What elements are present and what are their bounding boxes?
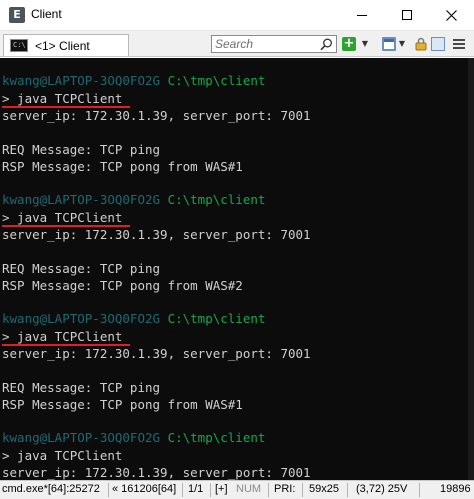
status-divider — [108, 483, 109, 497]
console-output[interactable]: kwang@LAPTOP-3OQ0FO2G C:\tmp\client > ja… — [0, 58, 474, 480]
prompt-line: kwang@LAPTOP-3OQ0FO2G C:\tmp\client — [2, 429, 265, 446]
prompt-path: C:\tmp\client — [167, 311, 266, 326]
command-line: > java TCPClient — [2, 448, 123, 463]
tab-client[interactable]: C:\ <1> Client — [3, 34, 129, 56]
console-icon: C:\ — [10, 39, 28, 52]
prompt-line: kwang@LAPTOP-3OQ0FO2G C:\tmp\client — [2, 191, 265, 208]
window-title: Client — [31, 7, 62, 21]
search-placeholder: Search — [215, 37, 254, 51]
tab-label: <1> Client — [35, 39, 90, 53]
command-line: > java TCPClient — [2, 91, 123, 106]
minimize-button[interactable] — [339, 0, 384, 30]
lock-icon[interactable] — [414, 37, 428, 51]
prompt-user: kwang@LAPTOP-3OQ0FO2G — [2, 192, 161, 207]
app-icon: E — [9, 7, 25, 23]
status-page[interactable]: 1/1 — [188, 483, 203, 495]
output-line: REQ Message: TCP ping — [2, 380, 161, 395]
prompt-line: kwang@LAPTOP-3OQ0FO2G C:\tmp\client — [2, 72, 265, 89]
prompt-user: kwang@LAPTOP-3OQ0FO2G — [2, 430, 161, 445]
status-divider — [419, 483, 420, 497]
status-divider — [182, 483, 183, 497]
scrollbar[interactable] — [468, 58, 474, 480]
chevron-down-icon[interactable]: ▼ — [361, 39, 369, 49]
command-line: > java TCPClient — [2, 210, 123, 225]
search-icon[interactable] — [320, 38, 333, 51]
close-icon — [446, 9, 457, 21]
close-button[interactable] — [429, 0, 474, 30]
toolbar: C:\ <1> Client Search + ▼ ▼ — [0, 31, 474, 57]
prompt-user: kwang@LAPTOP-3OQ0FO2G — [2, 311, 161, 326]
status-size[interactable]: 59x25 — [309, 483, 339, 495]
output-line: server_ip: 172.30.1.39, server_port: 700… — [2, 346, 311, 361]
minimize-icon — [356, 14, 367, 16]
command-line: > java TCPClient — [2, 329, 123, 344]
maximize-icon — [401, 10, 412, 20]
new-console-button[interactable]: + — [342, 37, 356, 51]
chevron-down-icon[interactable]: ▼ — [398, 39, 406, 49]
status-cursor[interactable]: (3,72) 25V — [356, 483, 407, 495]
menu-icon[interactable] — [452, 37, 466, 51]
title-bar: E Client — [0, 0, 474, 31]
status-priority[interactable]: PRI: — [274, 483, 295, 495]
status-num[interactable]: NUM — [236, 483, 261, 495]
split-icon[interactable] — [382, 37, 396, 51]
status-divider — [302, 483, 303, 497]
status-process[interactable]: cmd.exe*[64]:25272 — [2, 483, 100, 495]
output-line: RSP Message: TCP pong from WAS#2 — [2, 278, 243, 293]
maximize-button[interactable] — [384, 0, 429, 30]
status-insert[interactable]: [+] — [215, 483, 228, 495]
status-divider — [347, 483, 348, 497]
status-bar: cmd.exe*[64]:25272 « 161206[64] 1/1 [+] … — [0, 480, 474, 499]
prompt-path: C:\tmp\client — [167, 430, 266, 445]
pane-icon[interactable] — [431, 37, 445, 51]
status-divider — [268, 483, 269, 497]
prompt-line: kwang@LAPTOP-3OQ0FO2G C:\tmp\client — [2, 310, 265, 327]
status-buffer[interactable]: « 161206[64] — [112, 483, 176, 495]
output-line: server_ip: 172.30.1.39, server_port: 700… — [2, 227, 311, 242]
prompt-path: C:\tmp\client — [167, 73, 266, 88]
status-divider — [210, 483, 211, 497]
prompt-user: kwang@LAPTOP-3OQ0FO2G — [2, 73, 161, 88]
output-line: server_ip: 172.30.1.39, server_port: 700… — [2, 108, 311, 123]
prompt-path: C:\tmp\client — [167, 192, 266, 207]
status-pid[interactable]: 19896 — [440, 483, 471, 495]
output-line: REQ Message: TCP ping — [2, 261, 161, 276]
search-input[interactable]: Search — [211, 35, 337, 53]
output-line: server_ip: 172.30.1.39, server_port: 700… — [2, 465, 311, 480]
output-line: RSP Message: TCP pong from WAS#1 — [2, 397, 243, 412]
output-line: RSP Message: TCP pong from WAS#1 — [2, 159, 243, 174]
output-line: REQ Message: TCP ping — [2, 142, 161, 157]
